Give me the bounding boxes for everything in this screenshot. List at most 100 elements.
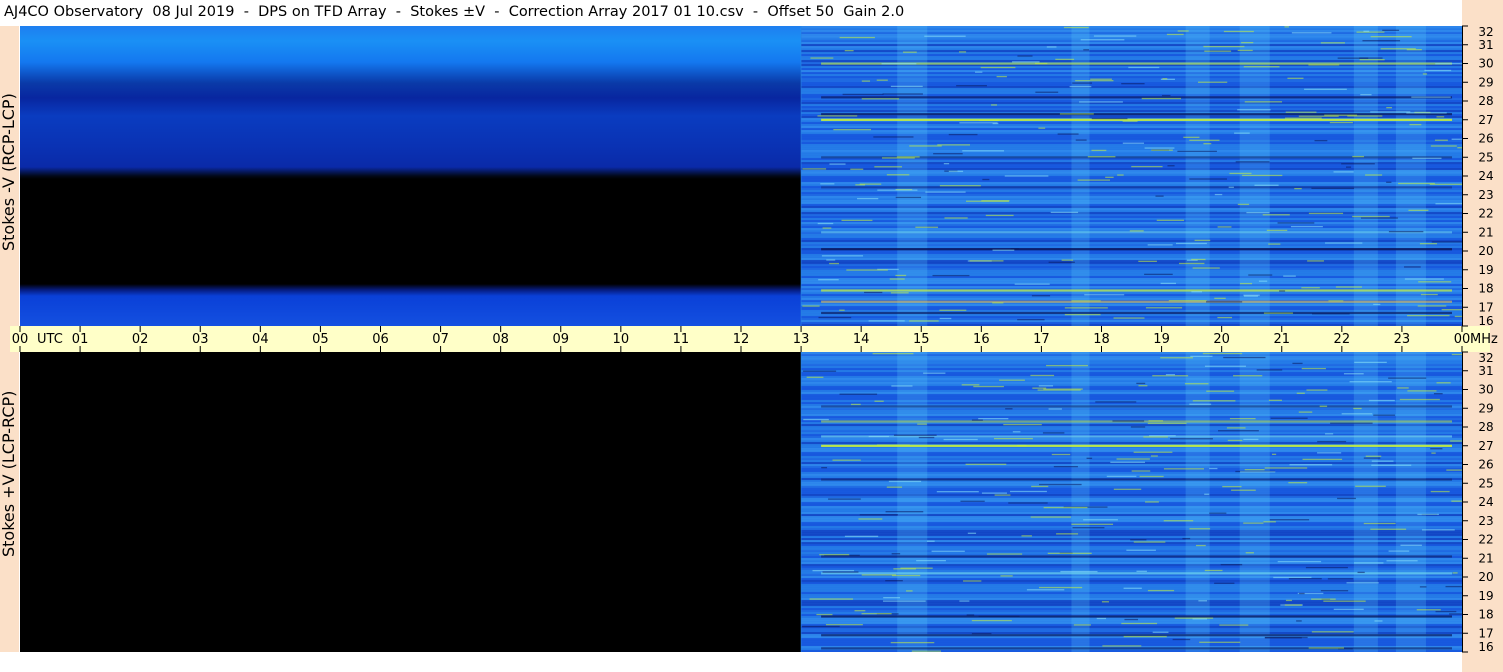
speckle [939, 185, 981, 187]
speckle [937, 144, 971, 146]
speckle [1021, 535, 1032, 537]
speckle [1008, 502, 1048, 504]
utc-label: UTC [37, 332, 63, 347]
time-axis-ticks: 00 01 02 03 04 05 06 07 08 09 10 11 12 13 14 15 16 17 18 19… [12, 326, 1498, 352]
y-tick-label: 25 [1478, 150, 1493, 164]
speckle [1404, 266, 1421, 268]
speckle [932, 274, 970, 277]
speckle [1294, 187, 1302, 190]
speckle [1399, 398, 1440, 401]
speckle [979, 119, 999, 122]
speckle [1030, 516, 1071, 518]
speckle [1152, 631, 1169, 633]
speckle [917, 423, 927, 425]
speckle [1329, 121, 1353, 124]
speckle [1144, 147, 1175, 149]
emission-band [821, 555, 1452, 558]
speckle [944, 217, 968, 219]
x-tick-label: 08 [492, 332, 509, 347]
y-tick-label: 24 [1478, 495, 1493, 509]
speckle [1130, 539, 1147, 541]
y-tick-label: 24 [1478, 169, 1493, 183]
speckle [1071, 523, 1114, 525]
speckle [1026, 589, 1065, 591]
speckle [1245, 552, 1254, 554]
speckle [1148, 420, 1164, 422]
speckle [1192, 267, 1220, 269]
x-tick-label: 05 [312, 332, 329, 347]
speckle [1048, 408, 1062, 410]
speckle [1263, 521, 1276, 523]
speckle [1156, 219, 1185, 221]
y-tick-label: 29 [1478, 401, 1493, 415]
speckle [1301, 367, 1326, 370]
speckle [1412, 157, 1442, 159]
speckle [818, 279, 839, 281]
speckle [1452, 572, 1458, 574]
speckle [882, 157, 915, 159]
speckle [1419, 243, 1438, 245]
y-tick-label: 17 [1478, 300, 1493, 314]
speckle [1284, 117, 1322, 119]
speckle [1150, 455, 1158, 457]
speckle [1053, 465, 1078, 468]
speckle [1258, 280, 1268, 282]
speckle [1430, 145, 1457, 147]
speckle [1167, 165, 1175, 167]
speckle [974, 71, 983, 73]
speckle [1189, 528, 1211, 530]
speckle [864, 291, 883, 294]
speckle [1202, 352, 1243, 355]
speckle [1087, 156, 1116, 158]
speckle [1091, 117, 1128, 120]
speckle [846, 269, 888, 271]
speckle [958, 51, 967, 53]
speckle [1284, 604, 1302, 606]
speckle [1192, 618, 1207, 620]
x-tick-label: 02 [132, 332, 149, 347]
speckle [1449, 613, 1462, 615]
speckle [1237, 203, 1250, 206]
speckle [1333, 608, 1364, 610]
y-tick-label: 27 [1478, 113, 1493, 127]
speckle [873, 136, 914, 138]
x-tick-label: 18 [1093, 332, 1110, 347]
speckle [1308, 212, 1344, 215]
speckle [1355, 485, 1386, 487]
speckle [1034, 62, 1048, 65]
chart-title: AJ4CO Observatory 08 Jul 2019 - DPS on T… [4, 4, 905, 20]
speckle [872, 352, 914, 355]
speckle [1163, 520, 1194, 522]
speckle [817, 222, 834, 225]
speckle [861, 80, 871, 82]
speckle [1240, 471, 1276, 473]
speckle [1347, 115, 1383, 117]
speckle [1126, 549, 1156, 551]
speckle [802, 168, 827, 170]
y-tick-label: 22 [1478, 207, 1493, 221]
speckle [858, 518, 883, 520]
speckle [923, 372, 946, 374]
speckle [1163, 468, 1205, 470]
speckle [1319, 405, 1328, 407]
speckle [809, 598, 854, 600]
x-tick-label: 22 [1334, 332, 1351, 347]
speckle [1017, 55, 1033, 57]
speckle [1314, 139, 1328, 142]
speckle [1408, 209, 1429, 212]
speckle [1042, 432, 1065, 434]
speckle [829, 163, 846, 165]
speckle [1341, 413, 1373, 415]
speckle [841, 219, 873, 222]
speckle [1264, 467, 1308, 469]
speckle [992, 249, 1015, 251]
x-tick-label: 16 [973, 332, 990, 347]
speckle [821, 466, 828, 469]
speckle [1290, 225, 1323, 228]
speckle [1195, 544, 1206, 547]
speckle [1305, 566, 1348, 569]
speckle [982, 178, 990, 181]
speckle [1218, 430, 1259, 432]
speckle [822, 227, 832, 229]
speckle [1353, 407, 1362, 410]
